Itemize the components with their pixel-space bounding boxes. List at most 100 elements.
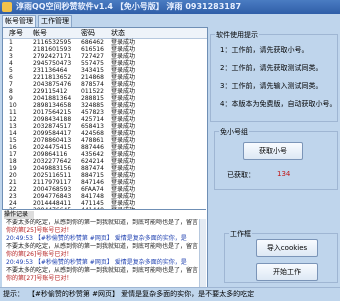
- status-bar: 提示： 【#秒偷赞的秒赞第 #网页】 爱情是复杂多面的实你，是不要太多的吃定: [0, 287, 340, 301]
- cell-account: 2004768593: [33, 186, 72, 193]
- table-row[interactable]: 12 2098434188 425714 登录成功: [3, 116, 207, 123]
- cell-password: 727427: [81, 53, 104, 60]
- cell-index: 5: [9, 67, 13, 74]
- cell-password: 471145: [81, 200, 104, 207]
- tip-item: 1：工作前，请先获取小号。: [220, 46, 309, 54]
- cell-status: 登录成功: [111, 109, 136, 116]
- header-status[interactable]: 状态: [111, 28, 125, 38]
- table-row[interactable]: 7 2043875476 878574 登录成功: [3, 81, 207, 88]
- header-index[interactable]: 序号: [9, 28, 23, 38]
- cell-index: 21: [9, 179, 17, 186]
- cell-password: 424568: [81, 130, 104, 137]
- table-row[interactable]: 20 2025116511 884715 登录成功: [3, 172, 207, 179]
- tab-account-management[interactable]: 帐号管理: [2, 15, 36, 27]
- cell-account: 229115412: [33, 88, 68, 95]
- cell-index: 6: [9, 74, 13, 81]
- tips-title: 软件使用提示: [215, 30, 259, 40]
- cell-account: 2043875476: [33, 81, 72, 88]
- cell-account: 2032277642: [33, 158, 72, 165]
- cell-index: 15: [9, 137, 17, 144]
- table-row[interactable]: 18 2032277642 624214 登录成功: [3, 158, 207, 165]
- cell-password: 557475: [81, 60, 104, 67]
- tip-item: 4：本版本为免费版，自动获取小号。: [220, 100, 337, 108]
- cell-index: 20: [9, 172, 17, 179]
- log-text: 不要太多的吃定，从感到你的第一到我就知道，到底可能吻也是了，留言 你的第[25]号…: [6, 219, 200, 283]
- cell-password: 011522: [81, 88, 104, 95]
- cell-status: 登录成功: [111, 123, 136, 130]
- cell-status: 登录成功: [111, 102, 136, 109]
- start-work-button[interactable]: 开始工作: [256, 263, 318, 281]
- cell-index: 3: [9, 53, 13, 60]
- table-row[interactable]: 1 2116532595 686462 登录成功: [3, 39, 207, 46]
- table-row[interactable]: 22 2004768593 6FAA74 登录成功: [3, 186, 207, 193]
- cell-account: 2041881364: [33, 95, 72, 102]
- log-line: 不要太多的吃定，从感到你的第一到我就知道，到底可能吻也是了，留言: [6, 267, 199, 274]
- tip-item: 3：工作前，请先输入测试同类。: [220, 82, 323, 90]
- cell-status: 登录成功: [111, 137, 136, 144]
- table-row[interactable]: 5 231136464 343415 登录成功: [3, 67, 207, 74]
- cell-status: 登录成功: [111, 46, 136, 53]
- table-row[interactable]: 15 2078860413 478861 登录成功: [3, 137, 207, 144]
- cell-account: 2049883156: [33, 165, 72, 172]
- cell-status: 登录成功: [111, 172, 136, 179]
- cell-password: 884715: [81, 172, 104, 179]
- tip-item: 2：工作前，请先获取测试同类。: [220, 64, 323, 72]
- log-panel: 操作记录 不要太多的吃定，从感到你的第一到我就知道，到底可能吻也是了，留言 你的第…: [2, 209, 206, 288]
- table-row[interactable]: 19 2049883156 887474 登录成功: [3, 165, 207, 172]
- table-row[interactable]: 4 2945750473 557475 登录成功: [3, 60, 207, 67]
- log-line: 你的第[27]号账号已对！: [6, 275, 73, 282]
- header-password[interactable]: 密码: [81, 28, 95, 38]
- table-row[interactable]: 21 2117979117 847146 登录成功: [3, 179, 207, 186]
- fetch-accounts-button[interactable]: 获取小号: [243, 142, 303, 160]
- account-group: 免小号组 获取小号 已获取： 134: [214, 127, 338, 190]
- cell-account: 2032874517: [33, 123, 72, 130]
- table-body: 1 2116532595 686462 登录成功 2 2181601593 616516 登录…: [3, 39, 207, 221]
- cell-account: 2116532595: [33, 39, 72, 46]
- cell-status: 登录成功: [111, 193, 136, 200]
- cell-account: 2898134658: [33, 102, 72, 109]
- cell-status: 登录成功: [111, 151, 136, 158]
- table-row[interactable]: 17 209864116 435642 登录成功: [3, 151, 207, 158]
- cell-account: 2099584417: [33, 130, 72, 137]
- app-icon: [2, 2, 12, 12]
- table-row[interactable]: 3 2792427171 727427 登录成功: [3, 53, 207, 60]
- table-row[interactable]: 6 2211813652 214868 登录成功: [3, 74, 207, 81]
- cell-account: 2017564215: [33, 109, 72, 116]
- cell-password: 847146: [81, 179, 104, 186]
- cell-index: 13: [9, 123, 17, 130]
- cell-index: 19: [9, 165, 17, 172]
- work-group-title: 工作框: [229, 229, 252, 239]
- log-line: 不要太多的吃定，从感到你的第一到我就知道，到底可能吻也是了，留言: [6, 219, 199, 226]
- cell-password: 435642: [81, 151, 104, 158]
- cell-index: 8: [9, 88, 13, 95]
- table-row[interactable]: 23 2094776843 841748 登录成功: [3, 193, 207, 200]
- cell-index: 2: [9, 46, 13, 53]
- cell-password: 624214: [81, 158, 104, 165]
- table-row[interactable]: 8 229115412 011522 登录成功: [3, 88, 207, 95]
- import-cookies-button[interactable]: 导入cookies: [256, 239, 318, 257]
- table-row[interactable]: 24 2014448411 471145 登录成功: [3, 200, 207, 207]
- table-row[interactable]: 10 2898134658 324885 登录成功: [3, 102, 207, 109]
- table-row[interactable]: 11 2017564215 457823 登录成功: [3, 109, 207, 116]
- table-row[interactable]: 9 2041881364 288815 登录成功: [3, 95, 207, 102]
- header-account[interactable]: 帐号: [33, 28, 47, 38]
- table-row[interactable]: 13 2032874517 658413 登录成功: [3, 123, 207, 130]
- table-row[interactable]: 2 2181601593 616516 登录成功: [3, 46, 207, 53]
- cell-account: 2024475415: [33, 144, 72, 151]
- table-row[interactable]: 14 2099584417 424568 登录成功: [3, 130, 207, 137]
- cell-password: 288815: [81, 95, 104, 102]
- table-row[interactable]: 16 2024475415 887446 登录成功: [3, 144, 207, 151]
- cell-account: 2078860413: [33, 137, 72, 144]
- cell-password: 686462: [81, 39, 104, 46]
- log-scrollbar[interactable]: [199, 219, 206, 287]
- status-text: 【#秒偷赞的秒赞第 #网页】 爱情是复杂多面的实你，是不要太多的吃定: [28, 290, 255, 298]
- cell-password: 425714: [81, 116, 104, 123]
- cell-account: 2792427171: [33, 53, 72, 60]
- cell-status: 登录成功: [111, 39, 136, 46]
- window-title: 淳雨QQ空间秒赞软件v1.4 【免小号版】 淳雨 0931283187: [16, 2, 242, 11]
- cell-password: 841748: [81, 193, 104, 200]
- cell-index: 1: [9, 39, 13, 46]
- cell-status: 登录成功: [111, 165, 136, 172]
- tab-work-management[interactable]: 工作管理: [38, 15, 72, 27]
- cell-password: 324885: [81, 102, 104, 109]
